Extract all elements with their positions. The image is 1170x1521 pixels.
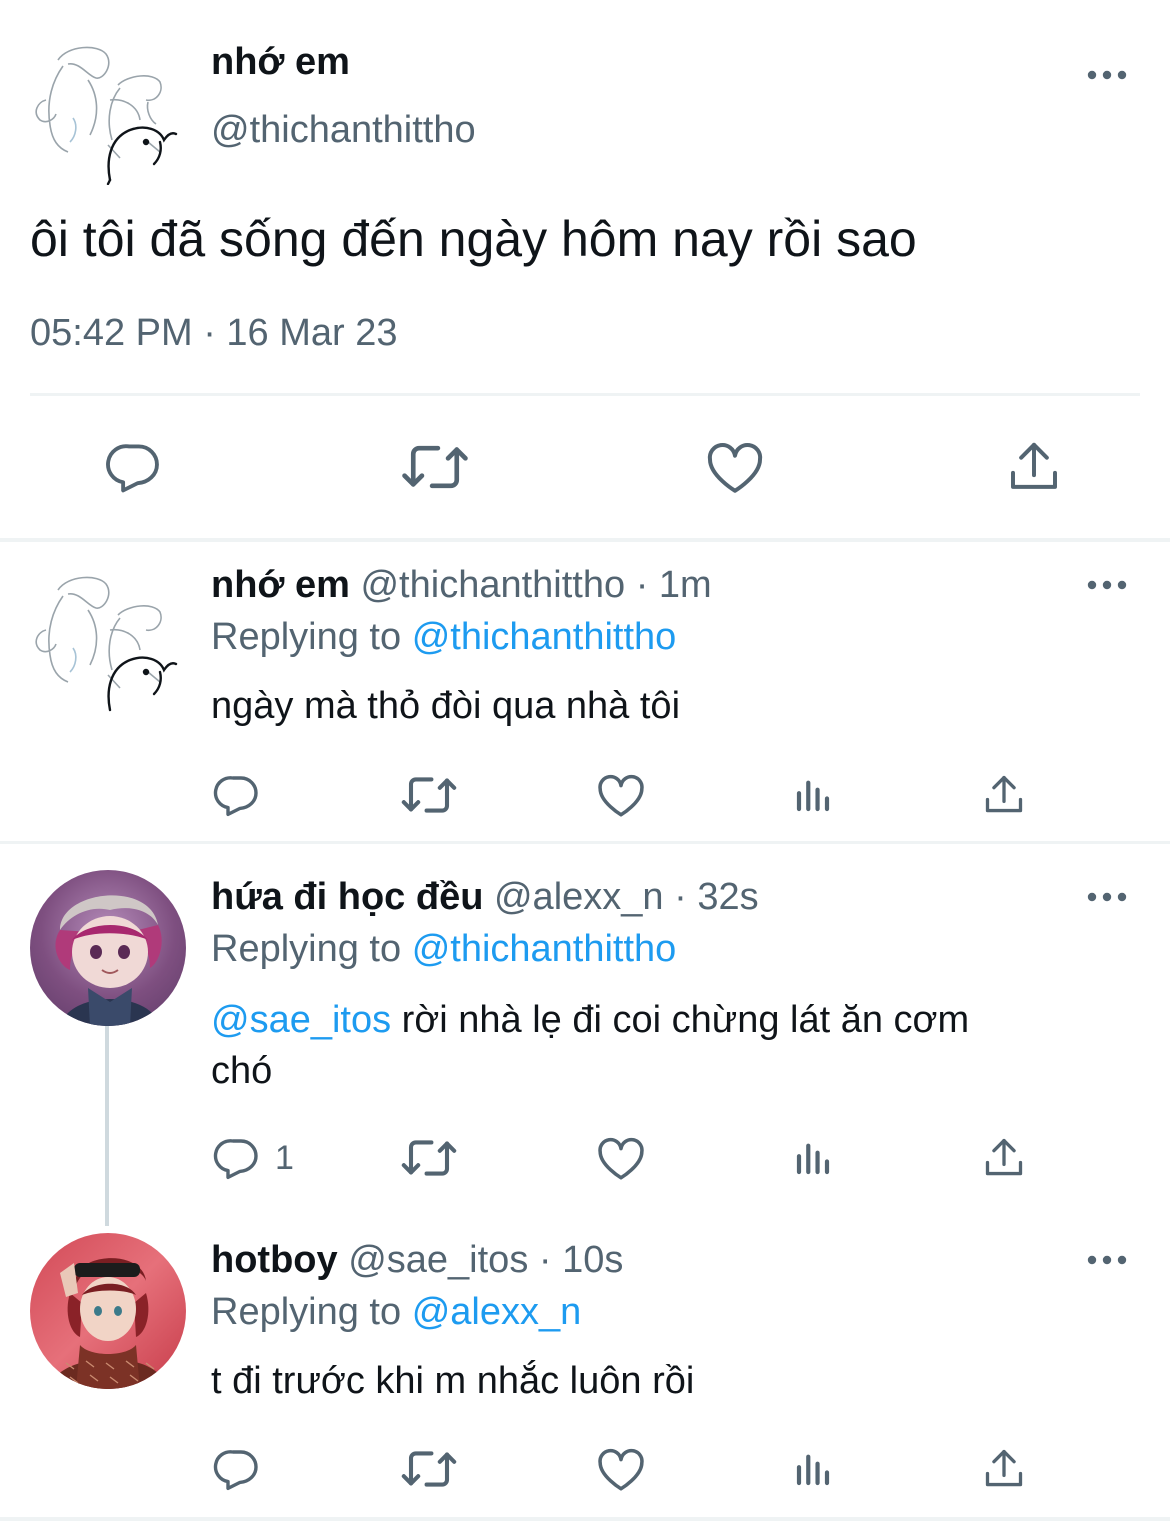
reply-icon[interactable]	[213, 1134, 261, 1182]
divider	[30, 393, 1140, 396]
avatar[interactable]	[30, 870, 186, 1026]
user-handle[interactable]: @alexx_n	[494, 876, 664, 918]
section-divider	[0, 841, 1170, 844]
mention-link[interactable]: @sae_itos	[211, 999, 391, 1041]
user-handle[interactable]: @thichanthittho	[360, 564, 625, 606]
retweet-icon[interactable]	[400, 438, 470, 496]
replying-to-link[interactable]: @alexx_n	[412, 1291, 582, 1333]
post-time[interactable]: · 10s	[539, 1239, 623, 1281]
reply-header: nhớ em @thichanthittho · 1m	[211, 563, 712, 607]
avatar[interactable]	[30, 1233, 186, 1389]
display-name[interactable]: nhớ em	[211, 40, 350, 84]
share-icon[interactable]	[1006, 438, 1062, 496]
retweet-icon[interactable]	[400, 771, 458, 819]
like-icon[interactable]	[596, 1445, 646, 1493]
analytics-icon[interactable]	[792, 773, 834, 817]
thread-line	[105, 1026, 109, 1226]
replying-to-link[interactable]: @thichanthittho	[412, 616, 677, 658]
reply-action[interactable]: 1	[213, 1134, 294, 1182]
reply-icon[interactable]	[104, 438, 164, 496]
more-options-icon[interactable]	[1087, 889, 1127, 905]
post-time[interactable]: · 32s	[674, 876, 758, 918]
share-icon[interactable]	[982, 1134, 1026, 1182]
retweet-icon[interactable]	[400, 1445, 458, 1493]
reply-icon[interactable]	[213, 1445, 261, 1493]
like-icon[interactable]	[705, 438, 765, 496]
replying-to: Replying to @alexx_n	[211, 1291, 582, 1333]
tweet-timestamp[interactable]: 05:42 PM · 16 Mar 23	[30, 310, 398, 356]
replying-to: Replying to @thichanthittho	[211, 928, 677, 970]
tweet-text: ngày mà thỏ đòi qua nhà tôi	[211, 685, 681, 727]
display-name[interactable]: nhớ em	[211, 564, 350, 606]
display-name[interactable]: hứa đi học đều	[211, 876, 483, 918]
post-time[interactable]: · 1m	[636, 564, 712, 606]
user-handle[interactable]: @thichanthittho	[211, 108, 476, 152]
avatar[interactable]	[28, 40, 178, 185]
reply-icon[interactable]	[213, 771, 261, 819]
user-handle[interactable]: @sae_itos	[348, 1239, 528, 1281]
share-icon[interactable]	[982, 1445, 1026, 1493]
section-divider	[0, 1517, 1170, 1521]
display-name[interactable]: hotboy	[211, 1239, 338, 1281]
analytics-icon[interactable]	[792, 1136, 834, 1180]
like-icon[interactable]	[596, 771, 646, 819]
tweet-text: ôi tôi đã sống đến ngày hôm nay rồi sao	[30, 211, 917, 267]
section-divider	[0, 538, 1170, 542]
more-options-icon[interactable]	[1087, 1252, 1127, 1268]
like-icon[interactable]	[596, 1134, 646, 1182]
more-options-icon[interactable]	[1087, 577, 1127, 593]
share-icon[interactable]	[982, 771, 1026, 819]
avatar[interactable]	[28, 570, 178, 715]
reply-count: 1	[275, 1138, 294, 1177]
reply-header: hotboy @sae_itos · 10s	[211, 1238, 623, 1282]
more-options-icon[interactable]	[1087, 67, 1127, 83]
analytics-icon[interactable]	[792, 1447, 834, 1491]
reply-header: hứa đi học đều @alexx_n · 32s	[211, 875, 759, 919]
replying-to: Replying to @thichanthittho	[211, 616, 677, 658]
replying-to-link[interactable]: @thichanthittho	[412, 928, 677, 970]
tweet-text: t đi trước khi m nhắc luôn rồi	[211, 1360, 695, 1402]
tweet-text: @sae_itos rời nhà lẹ đi coi chừng lát ăn…	[211, 999, 970, 1092]
retweet-icon[interactable]	[400, 1134, 458, 1182]
